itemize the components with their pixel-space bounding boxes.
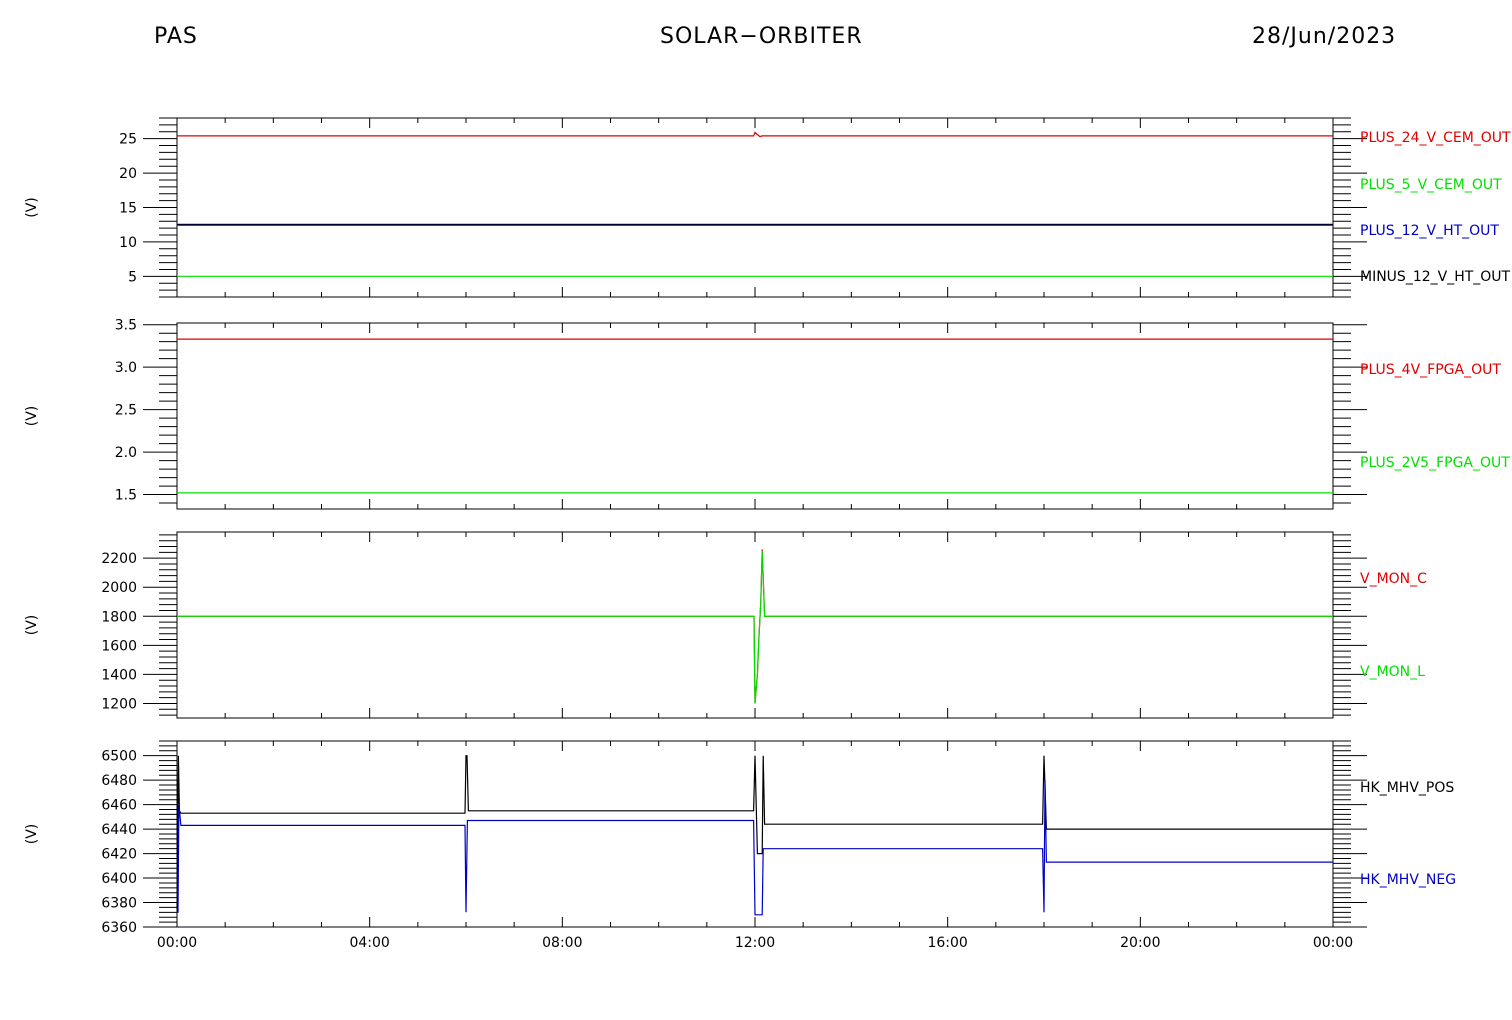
x-tick-label: 12:00: [735, 935, 775, 951]
y-axis-label: (V): [24, 615, 40, 636]
y-tick-label: 3.0: [115, 360, 137, 376]
y-tick-label: 6460: [101, 798, 137, 814]
y-axis-label: (V): [24, 824, 40, 845]
y-tick-label: 1400: [101, 667, 137, 683]
y-tick-label: 6400: [101, 871, 137, 887]
housekeeping-plot: 5 10 15 20 25 (V) PLUS_24_V_CEM_OUT PLUS_5_V_CE…: [24, 117, 1511, 951]
legend-label: V_MON_L: [1360, 664, 1425, 680]
y-tick-label: 2.0: [115, 445, 137, 461]
x-tick-label: 16:00: [927, 935, 967, 951]
panel-1-frame: [176, 117, 1334, 298]
legend-label: PLUS_12_V_HT_OUT: [1360, 223, 1499, 239]
y-tick-label: 1800: [101, 609, 137, 625]
legend-label: PLUS_5_V_CEM_OUT: [1360, 177, 1502, 193]
y-tick-label: 6380: [101, 896, 137, 912]
y-tick-label: 2200: [101, 551, 137, 567]
y-tick-label: 3.5: [115, 318, 137, 334]
series-line-plus-24-v-cem-out: [177, 131, 1333, 138]
y-tick-label: 6360: [101, 920, 137, 936]
legend-label: V_MON_C: [1360, 571, 1427, 587]
y-tick-label: 1.5: [115, 488, 137, 504]
legend-label: HK_MHV_POS: [1360, 780, 1454, 796]
y-tick-label: 25: [119, 132, 137, 148]
series-line-v-mon-l: [177, 550, 1333, 704]
y-tick-label: 10: [119, 235, 137, 251]
y-tick-label: 1200: [101, 696, 137, 712]
y-tick-label: 6440: [101, 822, 137, 838]
x-tick-label: 20:00: [1120, 935, 1160, 951]
legend-label: PLUS_4V_FPGA_OUT: [1360, 362, 1501, 378]
x-tick-label: 00:00: [157, 935, 197, 951]
y-tick-label: 2000: [101, 580, 137, 596]
x-tick-label: 08:00: [542, 935, 582, 951]
y-tick-label: 5: [128, 269, 137, 285]
panel-2-frame: [176, 322, 1334, 510]
series-line-hk-mhv-neg: [177, 780, 1333, 916]
y-tick-label: 6480: [101, 773, 137, 789]
y-tick-label: 15: [119, 201, 137, 217]
legend-label: MINUS_12_V_HT_OUT: [1360, 269, 1511, 285]
y-tick-label: 20: [119, 166, 137, 182]
y-tick-label: 1600: [101, 638, 137, 654]
legend-label: HK_MHV_NEG: [1360, 872, 1456, 888]
legend-label: PLUS_24_V_CEM_OUT: [1360, 130, 1511, 146]
legend-label: PLUS_2V5_FPGA_OUT: [1360, 455, 1510, 471]
x-tick-label: 00:00: [1313, 935, 1353, 951]
y-tick-label: 6420: [101, 847, 137, 863]
y-axis-label: (V): [24, 197, 40, 218]
y-tick-label: 6500: [101, 749, 137, 765]
y-tick-label: 2.5: [115, 403, 137, 419]
x-tick-label: 04:00: [349, 935, 389, 951]
y-axis-label: (V): [24, 406, 40, 427]
